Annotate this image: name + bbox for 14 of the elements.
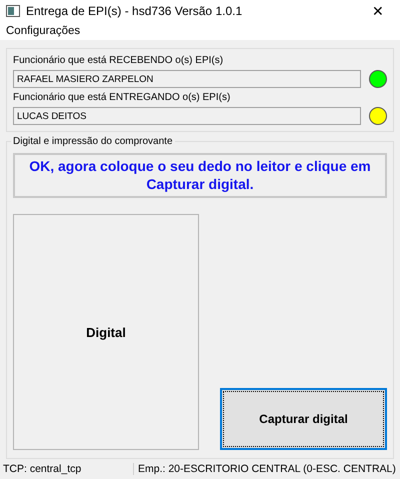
window-title: Entrega de EPI(s) - hsd736 Versão 1.0.1	[26, 4, 244, 18]
instruction-message: OK, agora coloque o seu dedo no leitor e clique em Capturar digital.	[13, 153, 387, 198]
menu-item[interactable]: Configurações	[4, 25, 82, 37]
status-text: Emp.: 20-ESCRITORIO CENTRAL (0-ESC. CENTRAL)	[133, 463, 400, 475]
employee-field[interactable]: RAFAEL MASIERO ZARPELON	[13, 70, 361, 88]
field-label: Funcionário que está ENTREGANDO o(s) EPI(s)	[13, 92, 232, 103]
app-icon	[6, 5, 20, 17]
status-text: TCP: central_tcp	[2, 463, 82, 475]
employee-field[interactable]: LUCAS DEITOS	[13, 107, 361, 125]
close-button[interactable]: ✕	[362, 3, 394, 19]
fingerprint-area: Digital	[13, 214, 199, 450]
group-title: Digital e impressão do comprovante	[12, 136, 174, 147]
field-label: Funcionário que está RECEBENDO o(s) EPI(s)	[13, 55, 224, 66]
capture-button[interactable]: Capturar digital	[220, 388, 387, 450]
